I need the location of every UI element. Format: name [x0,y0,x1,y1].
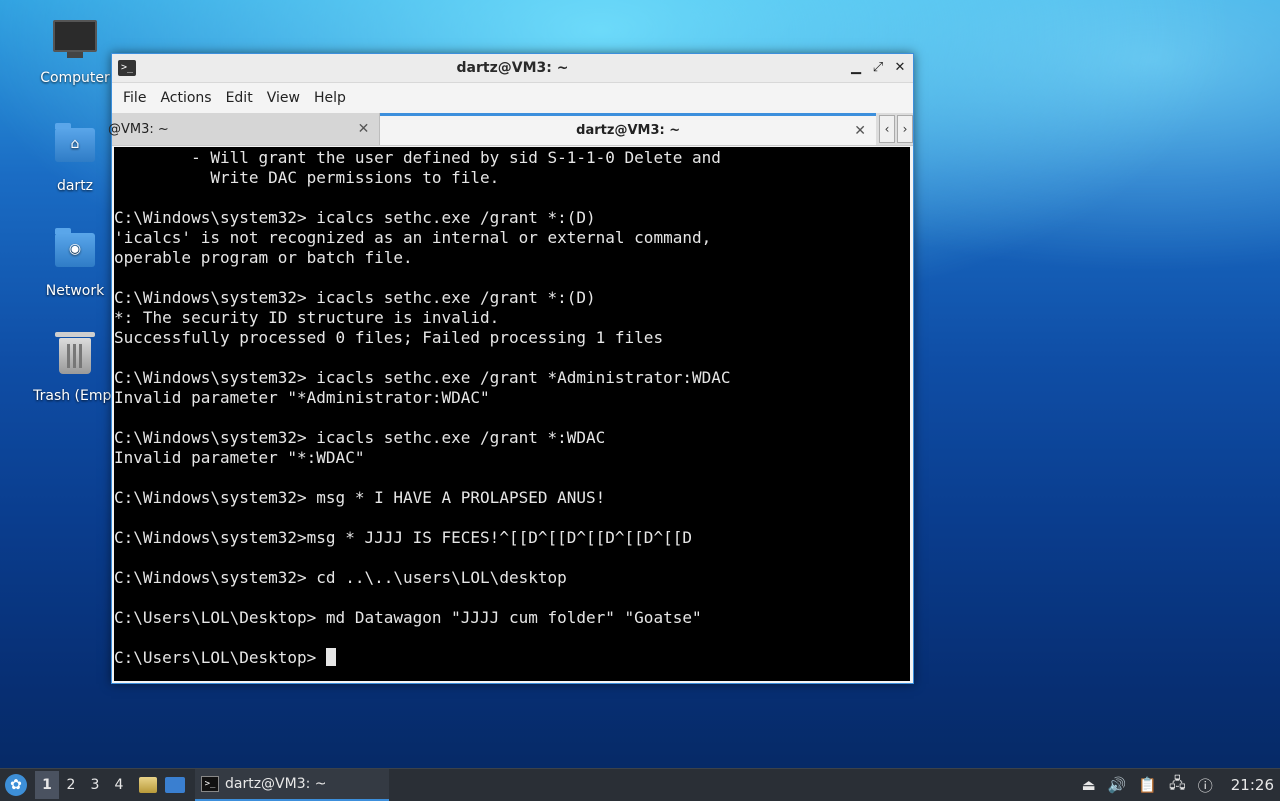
workspace-3[interactable]: 3 [83,771,107,799]
tab-1[interactable]: @VM3: ~ ✕ [108,113,381,145]
terminal-line: C:\Users\LOL\Desktop> md Datawagon "JJJJ… [114,608,702,627]
tab-close-icon[interactable]: ✕ [358,121,370,137]
app-menu-icon[interactable]: ✿ [5,774,27,796]
menu-edit[interactable]: Edit [219,90,260,106]
tab-prev-button[interactable]: ‹ [879,115,895,143]
menu-view[interactable]: View [260,90,307,106]
terminal-output[interactable]: - Will grant the user defined by sid S-1… [114,147,910,681]
terminal-task-icon: >_ [201,776,219,792]
workspace-switcher: 1 2 3 4 [35,771,131,799]
minimize-button[interactable]: ▁ [847,59,865,77]
terminal-line: C:\Windows\system32> cd ..\..\users\LOL\… [114,568,567,587]
network-icon[interactable]: 🖧 [1169,773,1186,798]
terminal-window: >_ dartz@VM3: ~ ▁ ⤢ ✕ File Actions Edit … [108,53,914,684]
volume-icon[interactable]: 🔊 [1108,776,1127,794]
terminal-line: operable program or batch file. [114,248,413,267]
taskbar-task-terminal[interactable]: >_ dartz@VM3: ~ [195,769,389,801]
terminal-line: C:\Windows\system32> icalcs sethc.exe /g… [114,208,596,227]
terminal-line: C:\Windows\system32> icacls sethc.exe /g… [114,368,731,387]
menu-actions[interactable]: Actions [153,90,218,106]
terminal-app-icon[interactable]: >_ [118,60,136,76]
workspace-4[interactable]: 4 [107,771,131,799]
task-label: dartz@VM3: ~ [225,776,327,792]
menu-file[interactable]: File [116,90,153,106]
trash-icon [53,332,97,382]
system-tray: ⏏ 🔊 📋 🖧 ⓘ 21:26 [1081,773,1274,798]
tab-label: dartz@VM3: ~ [576,123,681,138]
terminal-line: - Will grant the user defined by sid S-1… [114,148,721,167]
tab-2[interactable]: dartz@VM3: ~ ✕ [380,113,876,145]
window-title: dartz@VM3: ~ [456,60,569,76]
taskbar: ✿ 1 2 3 4 >_ dartz@VM3: ~ ⏏ 🔊 📋 🖧 ⓘ 21:2… [0,768,1280,801]
terminal-line: 'icalcs' is not recognized as an interna… [114,228,712,247]
clock[interactable]: 21:26 [1231,776,1274,794]
window-titlebar[interactable]: >_ dartz@VM3: ~ ▁ ⤢ ✕ [112,54,913,83]
show-desktop-icon[interactable] [165,777,185,793]
eject-icon[interactable]: ⏏ [1081,776,1095,794]
terminal-line: Invalid parameter "*:WDAC" [114,448,365,467]
network-folder-icon: ◉ [53,228,97,277]
tab-label: @VM3: ~ [108,121,169,137]
terminal-line: Write DAC permissions to file. [114,168,500,187]
terminal-prompt-line[interactable]: C:\Users\LOL\Desktop> [114,648,910,668]
terminal-line: Successfully processed 0 files; Failed p… [114,328,664,347]
tab-next-button[interactable]: › [897,115,913,143]
file-manager-launcher-icon[interactable] [139,777,157,793]
home-folder-icon: ⌂ [53,123,97,172]
text-cursor [325,648,336,666]
terminal-line: C:\Windows\system32>msg * JJJJ IS FECES!… [114,528,692,547]
workspace-2[interactable]: 2 [59,771,83,799]
clipboard-icon[interactable]: 📋 [1138,776,1157,794]
terminal-line: *: The security ID structure is invalid. [114,308,500,327]
menu-help[interactable]: Help [307,90,353,106]
close-button[interactable]: ✕ [891,59,909,77]
terminal-line: C:\Windows\system32> icacls sethc.exe /g… [114,288,596,307]
terminal-prompt: C:\Users\LOL\Desktop> [114,648,326,667]
computer-icon [53,20,97,64]
workspace-1[interactable]: 1 [35,771,59,799]
terminal-line: C:\Windows\system32> icacls sethc.exe /g… [114,428,606,447]
tab-close-icon[interactable]: ✕ [854,123,866,139]
terminal-line: Invalid parameter "*Administrator:WDAC" [114,388,490,407]
tab-bar: @VM3: ~ ✕ dartz@VM3: ~ ✕ ‹ › [108,113,913,146]
notification-icon[interactable]: ⓘ [1198,775,1213,796]
terminal-line: C:\Windows\system32> msg * I HAVE A PROL… [114,488,606,507]
menu-bar: File Actions Edit View Help [112,83,913,113]
maximize-button[interactable]: ⤢ [869,59,887,77]
